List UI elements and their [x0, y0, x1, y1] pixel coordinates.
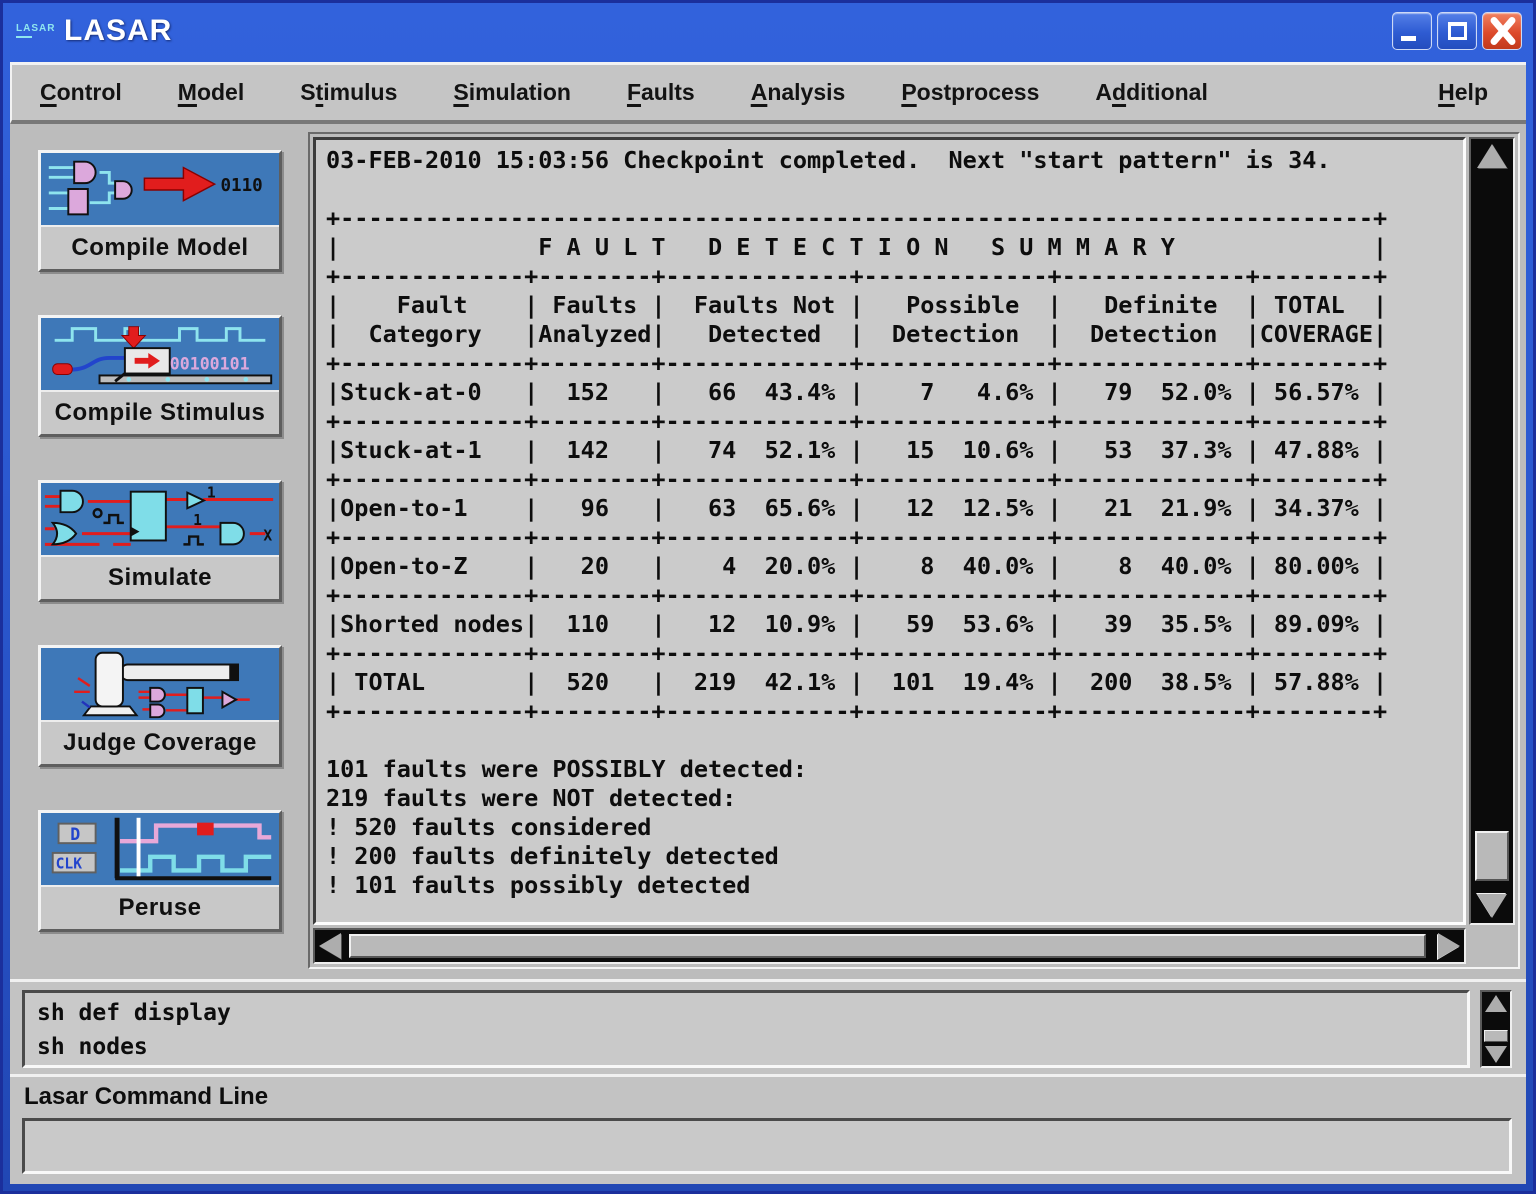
output-text: 03-FEB-2010 15:03:56 Checkpoint complete… — [326, 146, 1463, 900]
main-area: 0110 Compile Model — [10, 124, 1526, 979]
svg-text:1: 1 — [207, 485, 216, 502]
menu-postprocess[interactable]: Postprocess — [901, 79, 1039, 106]
command-area: sh def display sh nodes Lasar Command Li… — [10, 979, 1526, 1184]
judge-coverage-button[interactable]: Judge Coverage — [38, 645, 282, 767]
maximize-icon — [1448, 22, 1467, 40]
svg-text:D: D — [70, 825, 80, 844]
window-controls — [1392, 12, 1522, 50]
svg-text:1: 1 — [193, 512, 202, 529]
lasar-logo-icon[interactable]: LASAR — [16, 18, 52, 44]
output-panel: 03-FEB-2010 15:03:56 Checkpoint complete… — [313, 137, 1466, 925]
svg-text:0110: 0110 — [220, 176, 262, 196]
scroll-down-arrow-icon[interactable] — [1477, 894, 1507, 918]
vertical-scrollbar[interactable] — [1469, 137, 1515, 925]
menubar: Control Model Stimulus Simulation Faults… — [10, 62, 1526, 124]
scroll-up-arrow-icon[interactable] — [1477, 144, 1507, 168]
peruse-icon: D CLK — [41, 813, 279, 885]
scroll-right-arrow-icon[interactable] — [1438, 933, 1460, 959]
menu-simulation[interactable]: Simulation — [453, 79, 571, 106]
simulate-button[interactable]: 1 1 X Simulate — [38, 480, 282, 602]
lasar-window: LASAR LASAR Control Model Stimulus Simul… — [0, 0, 1536, 62]
close-icon — [1483, 13, 1523, 49]
compile-model-button[interactable]: 0110 Compile Model — [38, 150, 282, 272]
history-scroll-thumb[interactable] — [1484, 1030, 1508, 1042]
history-scroll-up-icon[interactable] — [1485, 995, 1507, 1012]
menu-model[interactable]: Model — [178, 79, 244, 106]
menu-help[interactable]: Help — [1438, 79, 1488, 106]
horizontal-scrollbar[interactable] — [313, 928, 1466, 964]
svg-text:00100101: 00100101 — [170, 355, 250, 374]
logo-text: LASAR — [16, 24, 52, 34]
svg-text:X: X — [263, 527, 272, 544]
command-label-bar: Lasar Command Line — [10, 1074, 1526, 1116]
menu-additional[interactable]: Additional — [1095, 79, 1207, 106]
menu-stimulus[interactable]: Stimulus — [300, 79, 397, 106]
peruse-button[interactable]: D CLK Peruse — [38, 810, 282, 932]
scrollbar-corner — [1469, 928, 1515, 964]
simulate-icon: 1 1 X — [41, 483, 279, 555]
window-title: LASAR — [64, 14, 172, 48]
menu-faults[interactable]: Faults — [627, 79, 695, 106]
history-scroll-track[interactable] — [1482, 1015, 1510, 1043]
compile-stimulus-icon: 00100101 — [41, 318, 279, 390]
menu-analysis[interactable]: Analysis — [751, 79, 846, 106]
command-line-label: Lasar Command Line — [24, 1083, 268, 1111]
peruse-label: Peruse — [41, 885, 279, 929]
app-body: Control Model Stimulus Simulation Faults… — [10, 62, 1526, 1184]
maximize-button[interactable] — [1437, 12, 1477, 50]
command-input[interactable] — [25, 1121, 1509, 1171]
history-scroll-down-icon[interactable] — [1485, 1046, 1507, 1063]
history-scrollbar[interactable] — [1480, 990, 1512, 1068]
compile-model-icon: 0110 — [41, 153, 279, 225]
compile-model-label: Compile Model — [41, 225, 279, 269]
command-history-panel: sh def display sh nodes — [22, 990, 1470, 1068]
minimize-button[interactable] — [1392, 12, 1432, 50]
judge-coverage-label: Judge Coverage — [41, 720, 279, 764]
output-scroll-window: 03-FEB-2010 15:03:56 Checkpoint complete… — [308, 132, 1520, 969]
minimize-icon — [1401, 36, 1416, 41]
compile-stimulus-button[interactable]: 00100101 Compile Stimulus — [38, 315, 282, 437]
titlebar: LASAR LASAR — [0, 0, 1536, 62]
command-input-box — [22, 1118, 1512, 1174]
simulate-label: Simulate — [41, 555, 279, 599]
horizontal-scroll-thumb[interactable] — [349, 934, 1426, 958]
svg-text:CLK: CLK — [56, 856, 83, 873]
command-history-text: sh def display sh nodes — [37, 996, 1455, 1064]
logo-underline — [16, 36, 32, 38]
vertical-scroll-thumb[interactable] — [1475, 831, 1509, 881]
sidebar: 0110 Compile Model — [10, 124, 306, 979]
command-history-row: sh def display sh nodes — [22, 990, 1512, 1068]
judge-coverage-icon — [41, 648, 279, 720]
close-button[interactable] — [1482, 12, 1522, 50]
scroll-left-arrow-icon[interactable] — [319, 933, 341, 959]
menu-control[interactable]: Control — [40, 79, 122, 106]
compile-stimulus-label: Compile Stimulus — [41, 390, 279, 434]
